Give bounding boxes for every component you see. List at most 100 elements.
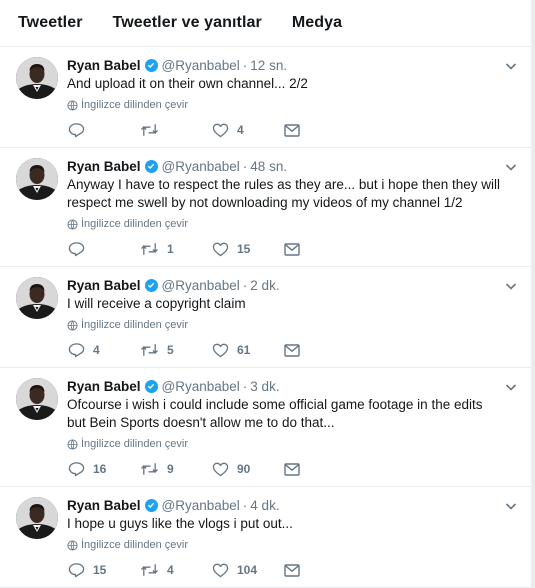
tweet-timestamp[interactable]: 2 dk. [250, 278, 279, 293]
author-handle[interactable]: @Ryanbabel [162, 498, 240, 513]
tab-media[interactable]: Medya [292, 14, 342, 32]
author-handle[interactable]: @Ryanbabel [162, 379, 240, 394]
tweet-timestamp[interactable]: 3 dk. [250, 379, 279, 394]
direct-message-button[interactable] [284, 123, 356, 137]
heart-icon [212, 563, 229, 577]
envelope-icon [284, 242, 300, 256]
translate-label: İngilizce dilinden çevir [81, 319, 188, 331]
tweet-timestamp[interactable]: 4 dk. [250, 498, 279, 513]
tweet-timestamp[interactable]: 12 sn. [250, 58, 287, 73]
reply-icon [68, 343, 85, 358]
retweet-button[interactable]: 1 [140, 241, 212, 257]
translate-label: İngilizce dilinden çevir [81, 99, 188, 111]
like-button[interactable]: 61 [212, 343, 284, 358]
chevron-down-icon[interactable] [504, 279, 518, 293]
time-separator: · [242, 378, 248, 394]
like-count: 90 [237, 462, 251, 476]
globe-icon [67, 438, 78, 450]
author-name[interactable]: Ryan Babel [67, 498, 141, 513]
author-name[interactable]: Ryan Babel [67, 58, 141, 73]
heart-icon [212, 343, 229, 357]
heart-icon [212, 462, 229, 476]
translate-link[interactable]: İngilizce dilinden çevir [67, 539, 519, 551]
retweet-button[interactable]: 9 [140, 461, 212, 477]
tweet-text: I will receive a copyright claim [67, 296, 246, 311]
translate-link[interactable]: İngilizce dilinden çevir [67, 218, 519, 230]
reply-button[interactable] [68, 241, 140, 257]
time-separator: · [242, 277, 248, 293]
tweet-header: Ryan Babel @Ryanbabel · 3 dk. [67, 377, 519, 395]
reply-icon [68, 462, 85, 477]
tab-tweets-and-replies[interactable]: Tweetler ve yanıtlar [113, 14, 262, 32]
tab-tweets[interactable]: Tweetler [18, 14, 83, 32]
like-button[interactable]: 15 [212, 242, 284, 257]
like-button[interactable]: 90 [212, 462, 284, 477]
reply-count: 16 [93, 462, 107, 476]
tweet[interactable]: Ryan Babel @Ryanbabel · 2 dk. I will rec… [0, 267, 531, 368]
like-button[interactable]: 104 [212, 563, 284, 578]
chevron-down-icon[interactable] [504, 160, 518, 174]
timeline-tabs: Tweetler Tweetler ve yanıtlar Medya [0, 0, 531, 47]
reply-icon [68, 242, 85, 257]
retweet-count: 9 [167, 462, 174, 476]
profile-timeline: Tweetler Tweetler ve yanıtlar Medya Ryan… [0, 0, 532, 588]
chevron-down-icon[interactable] [504, 499, 518, 513]
tweet-header: Ryan Babel @Ryanbabel · 12 sn. [67, 56, 519, 74]
retweet-button[interactable]: 5 [140, 342, 212, 358]
tweet[interactable]: Ryan Babel @Ryanbabel · 12 sn. And uploa… [0, 47, 531, 148]
verified-badge-icon [144, 379, 158, 393]
heart-icon [212, 123, 229, 137]
translate-label: İngilizce dilinden çevir [81, 218, 188, 230]
like-count: 4 [237, 123, 244, 137]
tweet[interactable]: Ryan Babel @Ryanbabel · 48 sn. Anyway I … [0, 148, 531, 267]
chevron-down-icon[interactable] [504, 59, 518, 73]
reply-button[interactable]: 15 [68, 562, 140, 578]
retweet-button[interactable] [140, 122, 212, 138]
translate-label: İngilizce dilinden çevir [81, 438, 188, 450]
direct-message-button[interactable] [284, 242, 356, 256]
author-handle[interactable]: @Ryanbabel [162, 58, 240, 73]
tweet[interactable]: Ryan Babel @Ryanbabel · 4 dk. I hope u g… [0, 487, 531, 588]
author-name[interactable]: Ryan Babel [67, 379, 141, 394]
envelope-icon [284, 462, 300, 476]
envelope-icon [284, 123, 300, 137]
tweet-timestamp[interactable]: 48 sn. [250, 159, 287, 174]
reply-icon [68, 563, 85, 578]
tweet-text: Ofcourse i wish i could include some off… [67, 397, 483, 430]
tweet-actions: 15 4 104 [67, 557, 519, 583]
avatar[interactable] [16, 497, 58, 539]
chevron-down-icon[interactable] [504, 380, 518, 394]
retweet-icon [141, 344, 158, 356]
reply-button[interactable] [68, 122, 140, 138]
translate-label: İngilizce dilinden çevir [81, 539, 188, 551]
retweet-button[interactable]: 4 [140, 562, 212, 578]
globe-icon [67, 319, 78, 331]
translate-link[interactable]: İngilizce dilinden çevir [67, 438, 519, 450]
retweet-count: 5 [167, 343, 174, 357]
avatar[interactable] [16, 57, 58, 99]
direct-message-button[interactable] [284, 462, 356, 476]
reply-button[interactable]: 4 [68, 342, 140, 358]
envelope-icon [284, 563, 300, 577]
author-handle[interactable]: @Ryanbabel [162, 159, 240, 174]
direct-message-button[interactable] [284, 563, 356, 577]
tweet-header: Ryan Babel @Ryanbabel · 4 dk. [67, 496, 519, 514]
reply-count: 4 [93, 343, 100, 357]
author-name[interactable]: Ryan Babel [67, 278, 141, 293]
retweet-count: 1 [167, 242, 174, 256]
author-handle[interactable]: @Ryanbabel [162, 278, 240, 293]
avatar[interactable] [16, 378, 58, 420]
tweet-text: I hope u guys like the vlogs i put out..… [67, 516, 293, 531]
author-name[interactable]: Ryan Babel [67, 159, 141, 174]
translate-link[interactable]: İngilizce dilinden çevir [67, 99, 519, 111]
direct-message-button[interactable] [284, 343, 356, 357]
translate-link[interactable]: İngilizce dilinden çevir [67, 319, 519, 331]
reply-button[interactable]: 16 [68, 461, 140, 477]
time-separator: · [242, 158, 248, 174]
like-button[interactable]: 4 [212, 123, 284, 138]
time-separator: · [242, 57, 248, 73]
reply-count: 15 [93, 563, 107, 577]
avatar[interactable] [16, 158, 58, 200]
tweet[interactable]: Ryan Babel @Ryanbabel · 3 dk. Ofcourse i… [0, 368, 531, 487]
avatar[interactable] [16, 277, 58, 319]
